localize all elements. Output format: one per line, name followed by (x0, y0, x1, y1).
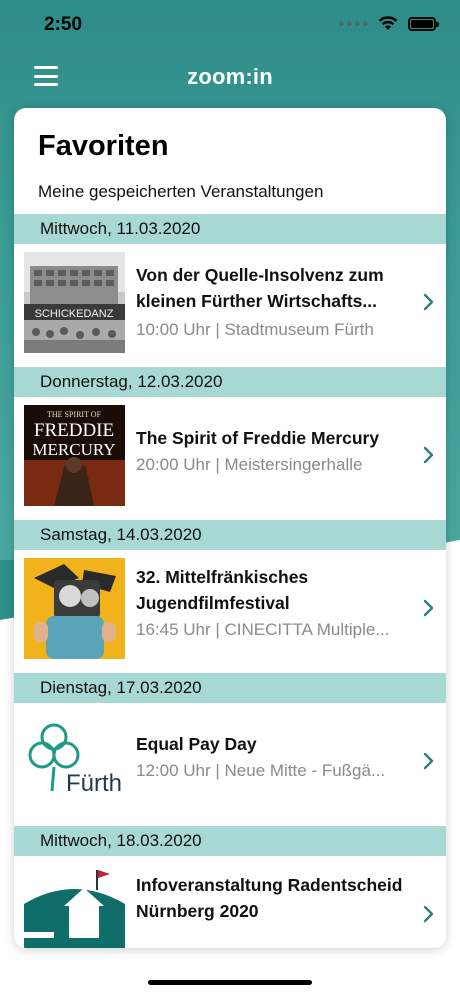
event-row[interactable]: SCHICKEDANZ Von der Quelle-Insolvenz zum… (14, 244, 446, 366)
event-image: THE SPIRIT OF FREDDIE MERCURY (24, 405, 125, 506)
status-bar: 2:50 (0, 0, 460, 52)
event-meta: 16:45 Uhr | CINECITTA Multiple... (136, 620, 390, 639)
status-icons (339, 16, 439, 31)
event-image: SCHICKEDANZ (24, 252, 125, 353)
home-indicator (148, 980, 312, 985)
event-image: Fürth (24, 711, 125, 812)
battery-icon (408, 16, 439, 31)
event-meta: 12:00 Uhr | Neue Mitte - Fußgä... (136, 761, 386, 780)
chevron-right-icon (423, 905, 434, 923)
svg-text:FREDDIE: FREDDIE (34, 420, 114, 441)
svg-text:Fürth: Fürth (66, 770, 122, 797)
svg-text:MERCURY: MERCURY (32, 440, 115, 459)
date-section: Dienstag, 17.03.2020 Fürth Equal Pay Day… (14, 673, 446, 825)
date-header: Donnerstag, 12.03.2020 (14, 367, 446, 397)
event-image (24, 558, 125, 659)
chevron-right-icon (423, 293, 434, 311)
wifi-icon (378, 16, 398, 30)
app-title: zoom:in (187, 64, 273, 89)
event-row[interactable]: Fürth Equal Pay Day 12:00 Uhr | Neue Mit… (14, 703, 446, 825)
event-title: Equal Pay Day (136, 734, 257, 754)
chevron-right-icon (423, 752, 434, 770)
page-subtitle: Meine gespeicherten Veranstaltungen (38, 182, 324, 201)
event-image (24, 864, 125, 948)
event-title: 32. Mittelfränkisches Jugendfilmfestival (136, 567, 309, 613)
svg-text:THE SPIRIT OF: THE SPIRIT OF (47, 410, 102, 419)
date-section: Mittwoch, 11.03.2020 SCHICKEDANZ Von der… (14, 214, 446, 366)
page-title: Favoriten (38, 130, 169, 162)
date-section: Samstag, 14.03.2020 32. Mittelfränkische… (14, 520, 446, 672)
favorites-card: Favoriten Meine gespeicherten Veranstalt… (14, 108, 446, 948)
event-meta: 20:00 Uhr | Meistersingerhalle (136, 455, 363, 474)
status-time: 2:50 (44, 14, 83, 35)
svg-text:SCHICKEDANZ: SCHICKEDANZ (35, 308, 114, 320)
event-meta: 10:00 Uhr | Stadtmuseum Fürth (136, 320, 374, 339)
chevron-right-icon (423, 599, 434, 617)
event-row[interactable]: Infoveranstaltung Radentscheid Nürnberg … (14, 856, 446, 948)
event-title: Von der Quelle-Insolvenz zum kleinen Für… (136, 265, 384, 311)
event-row[interactable]: THE SPIRIT OF FREDDIE MERCURY The Spirit… (14, 397, 446, 519)
date-section: Mittwoch, 18.03.2020 Infoveranstaltung R… (14, 826, 446, 948)
date-section: Donnerstag, 12.03.2020 THE SPIRIT OF FRE… (14, 367, 446, 519)
event-title: The Spirit of Freddie Mercury (136, 428, 380, 448)
nav-bar: zoom:in (0, 52, 460, 102)
chevron-right-icon (423, 446, 434, 464)
date-header: Dienstag, 17.03.2020 (14, 673, 446, 703)
event-row[interactable]: 32. Mittelfränkisches Jugendfilmfestival… (14, 550, 446, 672)
date-header: Samstag, 14.03.2020 (14, 520, 446, 550)
signal-icon (339, 21, 368, 26)
event-title: Infoveranstaltung Radentscheid Nürnberg … (136, 875, 403, 921)
date-header: Mittwoch, 18.03.2020 (14, 826, 446, 856)
date-header: Mittwoch, 11.03.2020 (14, 214, 446, 244)
